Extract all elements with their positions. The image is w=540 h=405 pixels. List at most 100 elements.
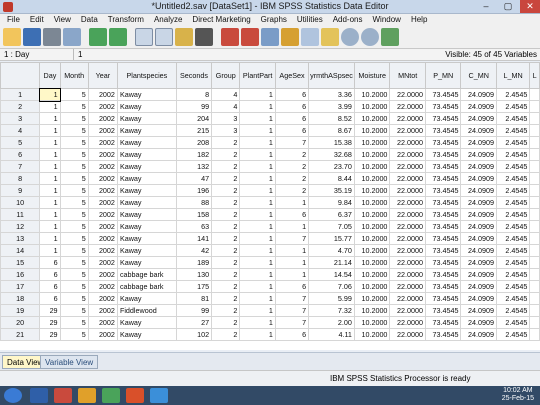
row-number[interactable]: 21: [0, 328, 41, 341]
table-cell[interactable]: 2: [211, 136, 241, 149]
table-cell[interactable]: 2: [211, 256, 241, 269]
tab-variable-view[interactable]: Variable View: [40, 355, 99, 369]
chrome-icon[interactable]: [150, 388, 168, 403]
table-cell[interactable]: Kaway: [116, 256, 177, 269]
table-cell[interactable]: 208: [175, 136, 213, 149]
close-button[interactable]: ✕: [520, 0, 540, 13]
table-cell[interactable]: 73.4545: [424, 88, 462, 101]
table-cell[interactable]: 22.0000: [389, 208, 426, 221]
row-number[interactable]: 16: [0, 268, 41, 281]
table-cell[interactable]: 10.2000: [353, 88, 391, 101]
table-cell[interactable]: 1: [274, 196, 310, 209]
table-cell[interactable]: 2002: [87, 220, 118, 233]
table-cell[interactable]: 73.4545: [424, 256, 462, 269]
table-cell[interactable]: 2: [211, 292, 241, 305]
table-cell[interactable]: 2: [211, 184, 241, 197]
table-cell[interactable]: 7.05: [308, 220, 355, 233]
table-cell[interactable]: 1: [239, 304, 276, 317]
table-cell[interactable]: 102: [175, 328, 213, 341]
table-cell[interactable]: 1: [239, 208, 276, 221]
table-cell[interactable]: 2002: [87, 148, 118, 161]
table-cell[interactable]: 6.37: [308, 208, 355, 221]
table-cell[interactable]: 7: [274, 232, 310, 245]
table-cell[interactable]: 10.2000: [353, 184, 391, 197]
table-cell[interactable]: 10.2000: [353, 280, 391, 293]
table-cell[interactable]: 24.0909: [460, 136, 497, 149]
table-cell[interactable]: Kaway: [116, 136, 177, 149]
row-number[interactable]: 20: [0, 316, 41, 329]
table-cell[interactable]: 10.2000: [353, 232, 391, 245]
table-cell[interactable]: 6: [274, 124, 310, 137]
table-cell[interactable]: 73.4545: [424, 172, 462, 185]
menu-edit[interactable]: Edit: [25, 14, 49, 25]
table-cell[interactable]: 5: [59, 328, 89, 341]
table-cell[interactable]: 2002: [87, 136, 118, 149]
table-cell[interactable]: 22.0000: [389, 184, 426, 197]
weight-cases-icon[interactable]: [281, 27, 299, 46]
table-cell[interactable]: [529, 196, 540, 209]
menu-utilities[interactable]: Utilities: [292, 14, 328, 25]
table-cell[interactable]: 73.4545: [424, 124, 462, 137]
table-cell[interactable]: 22.0000: [389, 316, 426, 329]
menu-transform[interactable]: Transform: [103, 14, 149, 25]
table-cell[interactable]: 2.4545: [495, 220, 531, 233]
table-cell[interactable]: 2.4545: [495, 112, 531, 125]
table-cell[interactable]: 1: [239, 244, 276, 257]
goto-variable-icon[interactable]: [155, 27, 173, 46]
table-cell[interactable]: 73.4545: [424, 160, 462, 173]
table-cell[interactable]: 3.99: [308, 100, 355, 113]
goto-case-icon[interactable]: [135, 27, 153, 46]
table-cell[interactable]: 29: [39, 316, 61, 329]
table-cell[interactable]: 14.54: [308, 268, 355, 281]
column-header[interactable]: AgeSex: [274, 62, 310, 89]
table-cell[interactable]: 22.0000: [389, 244, 426, 257]
table-cell[interactable]: 6: [39, 280, 61, 293]
table-cell[interactable]: 5: [59, 172, 89, 185]
table-cell[interactable]: 130: [175, 268, 213, 281]
table-cell[interactable]: [529, 208, 540, 221]
recall-dialog-icon[interactable]: [63, 27, 81, 46]
table-cell[interactable]: 1: [239, 136, 276, 149]
row-number[interactable]: 18: [0, 292, 41, 305]
table-cell[interactable]: 2: [211, 244, 241, 257]
table-cell[interactable]: 3: [211, 124, 241, 137]
table-cell[interactable]: 10.2000: [353, 244, 391, 257]
table-cell[interactable]: 24.0909: [460, 100, 497, 113]
table-cell[interactable]: 1: [239, 160, 276, 173]
table-cell[interactable]: Kaway: [116, 112, 177, 125]
table-cell[interactable]: [529, 268, 540, 281]
row-number[interactable]: 9: [0, 184, 41, 197]
table-cell[interactable]: 24.0909: [460, 184, 497, 197]
table-cell[interactable]: 24.0909: [460, 112, 497, 125]
table-cell[interactable]: Kaway: [116, 292, 177, 305]
table-cell[interactable]: 24.0909: [460, 304, 497, 317]
table-cell[interactable]: 73.4545: [424, 208, 462, 221]
table-cell[interactable]: 22.0000: [389, 88, 426, 101]
table-cell[interactable]: 6: [39, 268, 61, 281]
table-cell[interactable]: 2002: [87, 172, 118, 185]
table-cell[interactable]: Kaway: [116, 232, 177, 245]
table-cell[interactable]: 5: [59, 196, 89, 209]
table-cell[interactable]: 2.4545: [495, 304, 531, 317]
menu-add-ons[interactable]: Add-ons: [328, 14, 368, 25]
table-cell[interactable]: 1: [39, 232, 61, 245]
table-cell[interactable]: 2: [274, 160, 310, 173]
table-cell[interactable]: 2002: [87, 232, 118, 245]
table-cell[interactable]: 88: [175, 196, 213, 209]
table-cell[interactable]: 5: [59, 184, 89, 197]
table-cell[interactable]: 99: [175, 304, 213, 317]
excel-icon[interactable]: [102, 388, 120, 403]
table-cell[interactable]: 10.2000: [353, 124, 391, 137]
table-cell[interactable]: 4: [211, 100, 241, 113]
table-cell[interactable]: Kaway: [116, 124, 177, 137]
undo-icon[interactable]: [89, 27, 107, 46]
table-cell[interactable]: 10.2000: [353, 136, 391, 149]
table-cell[interactable]: 1: [39, 160, 61, 173]
table-cell[interactable]: 3: [211, 112, 241, 125]
data-grid[interactable]: Day Month Year Plantspecies Seconds Group Plan…: [0, 62, 540, 350]
row-number[interactable]: 2: [0, 100, 41, 113]
table-cell[interactable]: 1: [39, 220, 61, 233]
word-icon[interactable]: [30, 388, 48, 403]
table-cell[interactable]: 2002: [87, 184, 118, 197]
table-cell[interactable]: Kaway: [116, 196, 177, 209]
